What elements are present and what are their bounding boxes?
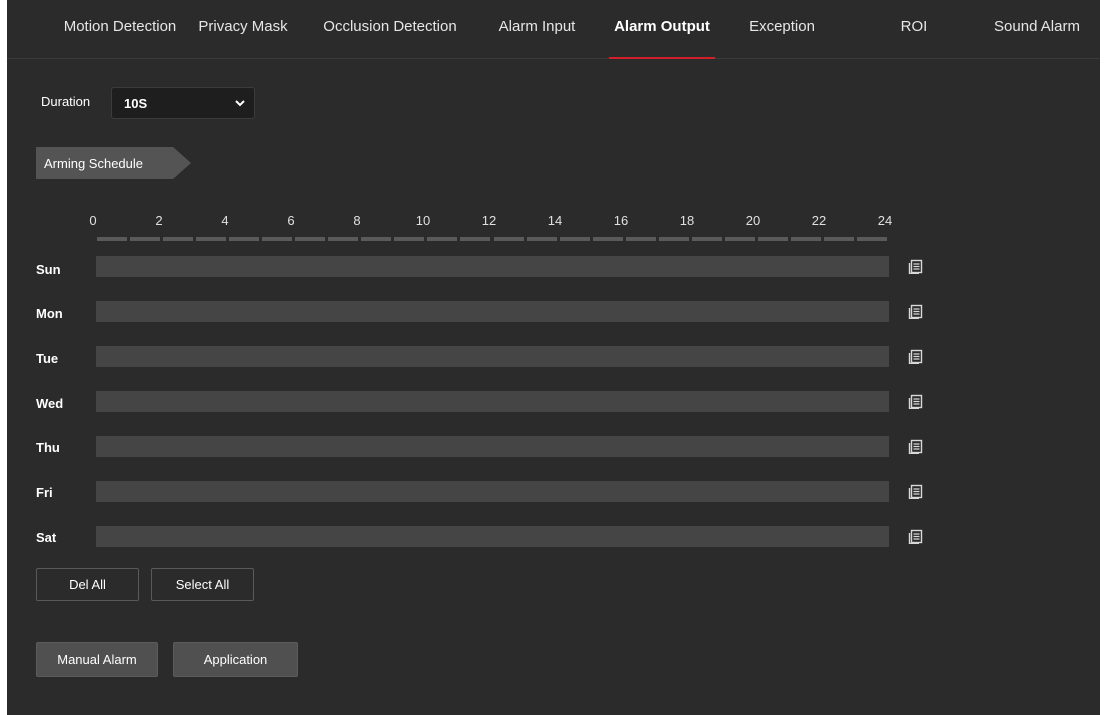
manual-alarm-button[interactable]: Manual Alarm [36, 642, 158, 677]
hour-tick-segment [757, 237, 788, 241]
hour-tick-segment [658, 237, 689, 241]
hour-label: 2 [155, 213, 163, 228]
hour-tick-segment [790, 237, 821, 241]
duration-select[interactable]: 10S [111, 87, 255, 119]
day-label: Thu [36, 440, 60, 455]
copy-schedule-icon[interactable] [908, 439, 923, 454]
arming-schedule-title: Arming Schedule [44, 156, 143, 171]
copy-schedule-icon[interactable] [908, 484, 923, 499]
arming-schedule-tag: Arming Schedule [36, 147, 191, 179]
hour-tick-segment [262, 237, 293, 241]
day-label: Mon [36, 306, 63, 321]
duration-value: 10S [124, 96, 148, 111]
copy-schedule-icon[interactable] [908, 304, 923, 319]
hour-tick-segment [526, 237, 557, 241]
hour-tick-segment [229, 237, 260, 241]
hour-tick-segment [691, 237, 722, 241]
tab-occlusion-detection[interactable]: Occlusion Detection [323, 18, 456, 58]
hour-tick-segment [823, 237, 854, 241]
hour-label: 12 [481, 213, 497, 228]
tab-bar: Motion Detection Privacy Mask Occlusion … [7, 0, 1100, 59]
hour-label: 22 [811, 213, 827, 228]
hour-tick-segment [460, 237, 491, 241]
tab-alarm-input[interactable]: Alarm Input [499, 18, 576, 58]
hour-tick-segment [361, 237, 392, 241]
hour-tick-segment [559, 237, 590, 241]
hour-tick-segment [295, 237, 326, 241]
hour-label: 14 [547, 213, 563, 228]
duration-label: Duration [41, 94, 91, 109]
hour-label: 6 [287, 213, 295, 228]
hour-label: 24 [877, 213, 893, 228]
hour-label: 4 [221, 213, 229, 228]
schedule-bar[interactable] [96, 256, 889, 277]
tab-sound-alarm[interactable]: Sound Alarm [994, 18, 1080, 58]
schedule-bar[interactable] [96, 391, 889, 412]
schedule-bar[interactable] [96, 481, 889, 502]
schedule-bar[interactable] [96, 526, 889, 547]
hour-tick-segment [625, 237, 656, 241]
hour-label: 20 [745, 213, 761, 228]
tab-motion-detection[interactable]: Motion Detection [64, 18, 177, 58]
application-button[interactable]: Application [173, 642, 298, 677]
day-label: Sat [36, 530, 57, 545]
hour-tick-segment [163, 237, 194, 241]
hour-tick-segment [130, 237, 161, 241]
chevron-down-icon [235, 100, 245, 107]
day-label: Tue [36, 351, 59, 366]
hour-tick-segment [724, 237, 755, 241]
tab-roi[interactable]: ROI [901, 18, 928, 58]
tab-alarm-output[interactable]: Alarm Output [614, 18, 710, 58]
hour-label: 0 [89, 213, 97, 228]
tab-exception[interactable]: Exception [749, 18, 815, 58]
tab-privacy-mask[interactable]: Privacy Mask [198, 18, 287, 58]
hour-tick-segment [592, 237, 623, 241]
day-label: Fri [36, 485, 53, 500]
copy-schedule-icon[interactable] [908, 394, 923, 409]
copy-schedule-icon[interactable] [908, 349, 923, 364]
hour-tick-segment [493, 237, 524, 241]
schedule-bar[interactable] [96, 346, 889, 367]
hour-label: 18 [679, 213, 695, 228]
hour-label: 10 [415, 213, 431, 228]
hour-tick-segment [427, 237, 458, 241]
schedule-bar[interactable] [96, 301, 889, 322]
copy-schedule-icon[interactable] [908, 259, 923, 274]
hour-tick-segment [196, 237, 227, 241]
alarm-output-page: Motion Detection Privacy Mask Occlusion … [7, 0, 1100, 715]
hour-tick-segment [394, 237, 425, 241]
copy-schedule-icon[interactable] [908, 529, 923, 544]
schedule-bar[interactable] [96, 436, 889, 457]
select-all-button[interactable]: Select All [151, 568, 254, 601]
day-label: Sun [36, 262, 61, 277]
del-all-button[interactable]: Del All [36, 568, 139, 601]
hour-label: 16 [613, 213, 629, 228]
hour-tick-segment [328, 237, 359, 241]
hour-label: 8 [353, 213, 361, 228]
day-label: Wed [36, 396, 64, 411]
hour-tick-segment [856, 237, 887, 241]
hour-tick-segment [97, 237, 128, 241]
